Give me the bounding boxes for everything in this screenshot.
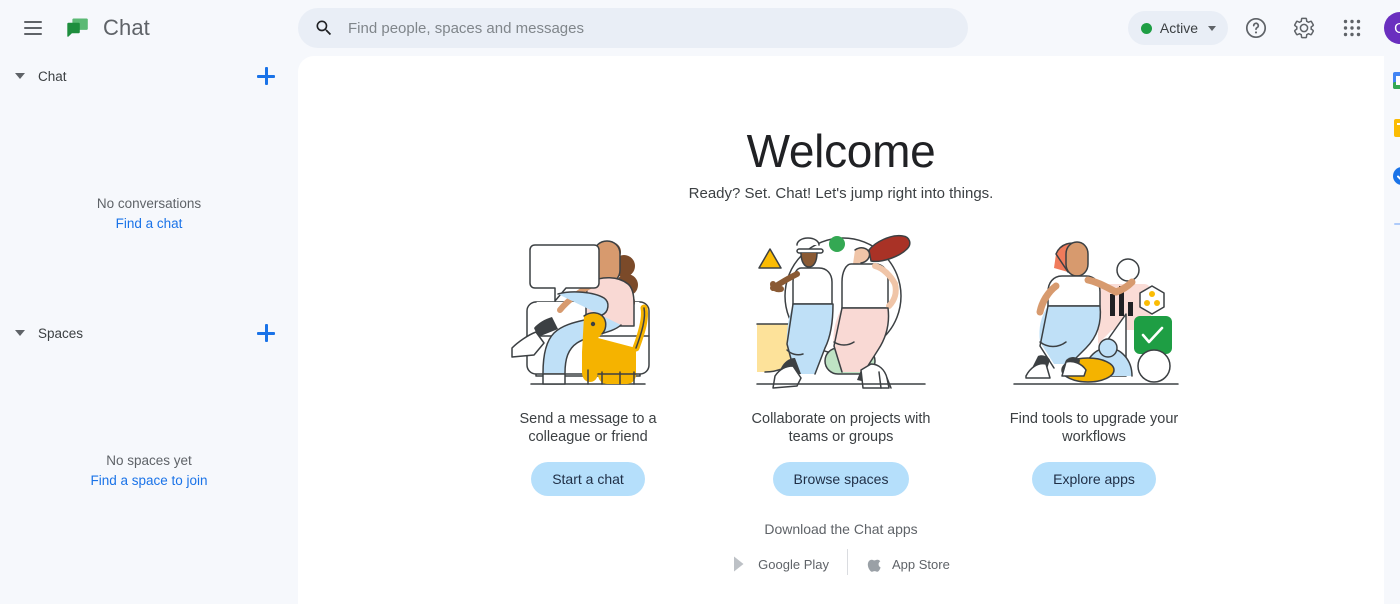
google-play-badge[interactable]: Google Play xyxy=(714,549,847,579)
add-space-button[interactable] xyxy=(252,319,280,347)
google-calendar-icon[interactable] xyxy=(1390,68,1400,92)
google-chat-logo xyxy=(67,18,88,37)
chat-empty-state: No conversations Find a chat xyxy=(0,194,298,233)
gear-icon[interactable] xyxy=(1284,8,1324,48)
main-panel: Welcome Ready? Set. Chat! Let's jump rig… xyxy=(298,56,1384,604)
hamburger-menu-icon[interactable] xyxy=(13,8,53,48)
find-a-chat-link[interactable]: Find a chat xyxy=(116,214,183,233)
avatar[interactable]: G xyxy=(1384,12,1400,44)
app-title: Chat xyxy=(103,15,150,40)
find-a-space-link[interactable]: Find a space to join xyxy=(90,471,207,490)
card-start-a-chat: Send a message to a colleague or friend … xyxy=(484,224,693,496)
spaces-empty-title: No spaces yet xyxy=(106,453,192,468)
search-box[interactable] xyxy=(298,8,968,48)
apple-icon xyxy=(867,559,881,572)
right-side-panel xyxy=(1384,56,1400,604)
sidebar-section-title: Spaces xyxy=(38,325,84,341)
person-with-app-tools-illustration xyxy=(1013,241,1179,385)
help-icon[interactable] xyxy=(1236,8,1276,48)
sidebar-section-title: Chat xyxy=(38,68,67,84)
spaces-empty-state: No spaces yet Find a space to join xyxy=(0,451,298,490)
app-header: Chat Active xyxy=(0,0,1400,56)
header-actions: Active G xyxy=(1127,0,1400,56)
card-text: Send a message to a colleague or friend xyxy=(519,411,657,445)
app-store-badge[interactable]: App Store xyxy=(848,549,968,579)
explore-apps-button[interactable]: Explore apps xyxy=(1032,462,1156,496)
chevron-down-icon xyxy=(1208,25,1216,31)
chat-empty-title: No conversations xyxy=(96,196,202,211)
search-input[interactable] xyxy=(348,19,952,37)
page-title: Welcome xyxy=(746,125,936,177)
search-bar xyxy=(298,8,968,48)
google-chat-app: Chat Active xyxy=(0,0,1400,604)
google-keep-icon[interactable] xyxy=(1390,116,1400,140)
card-explore-apps: Find tools to upgrade your workflows Exp… xyxy=(990,224,1199,496)
start-a-chat-button[interactable]: Start a chat xyxy=(531,462,645,496)
chevron-down-icon[interactable] xyxy=(8,321,32,345)
google-tasks-icon[interactable] xyxy=(1390,164,1400,188)
page-subtitle: Ready? Set. Chat! Let's jump right into … xyxy=(688,185,994,202)
sidebar-section-spaces: Spaces xyxy=(0,313,298,353)
welcome-section: Welcome Ready? Set. Chat! Let's jump rig… xyxy=(298,56,1384,579)
brand: Chat xyxy=(63,14,150,42)
search-icon xyxy=(316,20,332,36)
browse-spaces-button[interactable]: Browse spaces xyxy=(772,462,910,496)
status-badge[interactable]: Active xyxy=(1127,11,1228,45)
sidebar: Chat No conversations Find a chat Spaces… xyxy=(0,56,298,604)
status-label: Active xyxy=(1159,20,1198,36)
person-in-armchair-with-dog-illustration xyxy=(511,240,650,385)
active-status-dot xyxy=(1140,22,1152,34)
card-browse-spaces: Collaborate on projects with teams or gr… xyxy=(737,224,946,496)
card-text: Collaborate on projects with teams or gr… xyxy=(751,411,931,445)
badge-label: Google Play xyxy=(758,556,829,572)
add-chat-button[interactable] xyxy=(252,62,280,90)
download-section: Download the Chat apps Google Play App S… xyxy=(298,521,1384,579)
badge-label: App Store xyxy=(892,556,950,572)
two-people-collaborating-illustration xyxy=(756,234,926,389)
chevron-down-icon[interactable] xyxy=(8,64,32,88)
download-badges: Google Play App Store xyxy=(714,549,968,579)
card-text: Find tools to upgrade your workflows xyxy=(1009,411,1179,445)
sidebar-section-chat: Chat xyxy=(0,56,298,96)
apps-grid-icon[interactable] xyxy=(1332,8,1372,48)
onboarding-cards: Send a message to a colleague or friend … xyxy=(298,224,1384,496)
add-apps-icon[interactable] xyxy=(1390,212,1400,236)
google-play-icon xyxy=(734,556,744,572)
download-label: Download the Chat apps xyxy=(764,521,918,537)
